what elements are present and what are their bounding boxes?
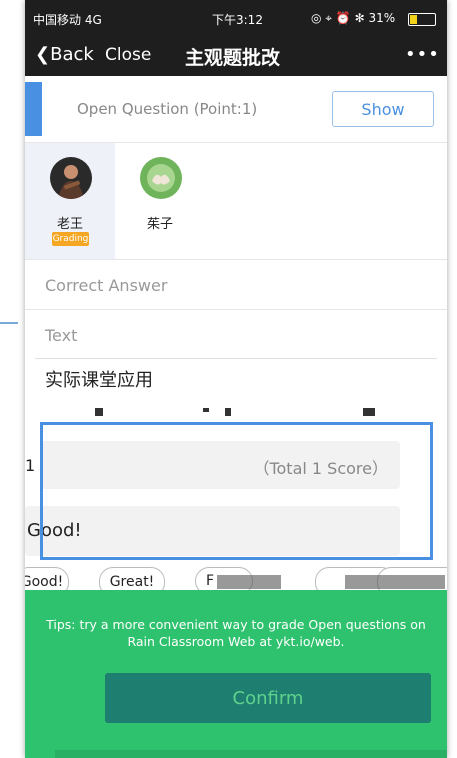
avatar <box>50 157 92 199</box>
tips-text: Tips: try a more convenient way to grade… <box>25 616 447 650</box>
score-number: 1 <box>25 456 36 475</box>
status-bar: 中国移动 4G 下午3:12 ◎ ⌖ ⏰ ✻ 31% <box>25 0 447 36</box>
student-item[interactable]: 茱子 <box>115 143 205 259</box>
phone-screen: 中国移动 4G 下午3:12 ◎ ⌖ ⏰ ✻ 31% ❮Back Close 主… <box>25 0 447 758</box>
back-button[interactable]: ❮Back <box>35 44 94 65</box>
accent-bar <box>25 82 42 136</box>
render-artifact <box>363 408 375 416</box>
battery-icon <box>408 13 436 26</box>
tips-line: Tips: try a more convenient way to grade… <box>46 617 426 632</box>
grading-badge: Grading <box>52 232 89 246</box>
tips-line: Rain Classroom Web at ykt.io/web. <box>127 634 345 649</box>
text-header: Text <box>45 326 78 345</box>
question-label: Open Question (Point:1) <box>77 100 258 118</box>
render-artifact <box>95 408 103 416</box>
divider <box>35 358 437 359</box>
answer-text: 实际课堂应用 <box>45 370 153 391</box>
edge-line <box>0 322 18 324</box>
page-title: 主观题批改 <box>185 47 281 69</box>
footer-panel: Tips: try a more convenient way to grade… <box>25 590 447 758</box>
confirm-button[interactable]: Confirm <box>105 673 431 723</box>
status-icons: ◎ ⌖ ⏰ ✻ 31% <box>311 11 396 25</box>
student-item[interactable]: 老王 Grading <box>25 143 115 259</box>
student-name: 老王 <box>56 217 83 232</box>
chevron-left-icon: ❮ <box>35 44 51 65</box>
more-icon[interactable]: ••• <box>405 44 440 65</box>
divider <box>25 309 447 310</box>
clock: 下午3:12 <box>212 13 263 27</box>
question-header: Open Question (Point:1) Show <box>25 76 447 143</box>
carrier-label: 中国移动 4G <box>33 13 102 27</box>
back-label: Back <box>50 44 94 65</box>
render-artifact <box>203 408 209 412</box>
avatar <box>140 157 182 199</box>
highlight-frame <box>40 422 433 560</box>
close-button[interactable]: Close <box>105 45 151 65</box>
render-artifact <box>225 408 231 416</box>
correct-answer-header: Correct Answer <box>45 276 168 295</box>
student-list: 老王 Grading 茱子 <box>25 143 447 260</box>
student-name: 茱子 <box>146 217 173 232</box>
render-artifact <box>345 575 445 589</box>
bottom-strip <box>55 750 447 758</box>
nav-bar: ❮Back Close 主观题批改 ••• <box>25 36 447 76</box>
render-artifact <box>217 575 281 589</box>
battery-level <box>410 15 417 24</box>
show-button[interactable]: Show <box>332 91 434 127</box>
